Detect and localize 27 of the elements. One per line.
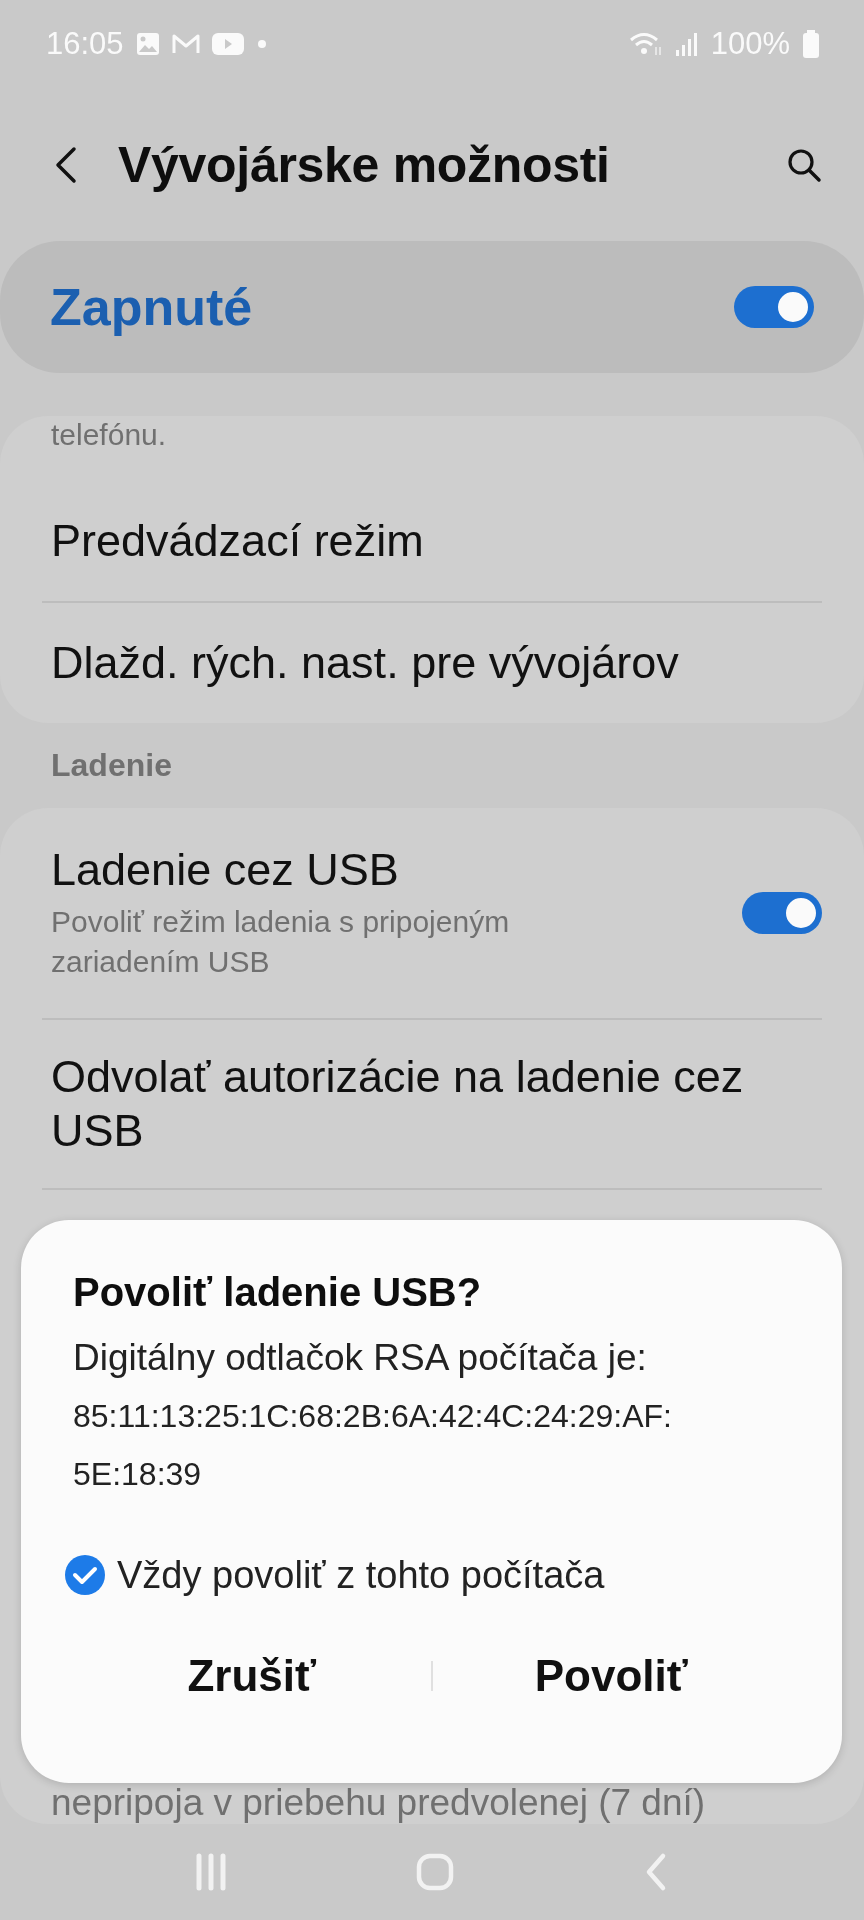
section-header: Ladenie xyxy=(50,746,173,785)
master-switch-label: Zapnuté xyxy=(50,277,253,337)
setting-item[interactable]: Predvádzací režim xyxy=(42,481,822,603)
setting-title: Ladenie cez USB xyxy=(51,844,400,896)
toggle-switch[interactable] xyxy=(742,892,822,934)
dialog-button[interactable]: Povoliť xyxy=(432,1631,790,1721)
wifi-icon xyxy=(628,31,663,57)
dialog-title: Povoliť ladenie USB? xyxy=(73,1270,483,1315)
setting-description: Povoliť režim ladenia s pripojeným zariadením USB xyxy=(51,904,511,980)
checkbox-label[interactable]: Vždy povoliť z tohto počítača xyxy=(117,1553,605,1597)
checkbox[interactable] xyxy=(63,1553,107,1597)
image-icon xyxy=(135,32,160,56)
toggle-switch[interactable] xyxy=(734,286,814,328)
play-icon xyxy=(211,32,244,56)
fingerprint-text: 85:11:13:25:1C:68:2B:6A:42:4C:24:29:AF: xyxy=(73,1397,673,1436)
dot-icon xyxy=(255,38,268,50)
setting-description: telefónu. xyxy=(50,418,168,452)
setting-description: nepripoja v priebehu predvolenej (7 dní) xyxy=(50,1782,707,1824)
fingerprint-text: 5E:18:39 xyxy=(73,1455,203,1494)
signal-icon xyxy=(674,32,699,56)
battery-icon xyxy=(802,30,820,58)
setting-item[interactable]: Dlažd. rých. nast. pre vývojárov xyxy=(42,603,822,723)
dialog-button[interactable]: Zrušiť xyxy=(73,1631,431,1721)
page-title: Vývojárske možnosti xyxy=(118,135,611,194)
setting-item[interactable]: Odvolať autorizácie na ladenie cez USB xyxy=(42,1020,822,1190)
dialog-message: Digitálny odtlačok RSA počítača je: xyxy=(73,1336,648,1380)
mail-icon xyxy=(171,33,200,55)
